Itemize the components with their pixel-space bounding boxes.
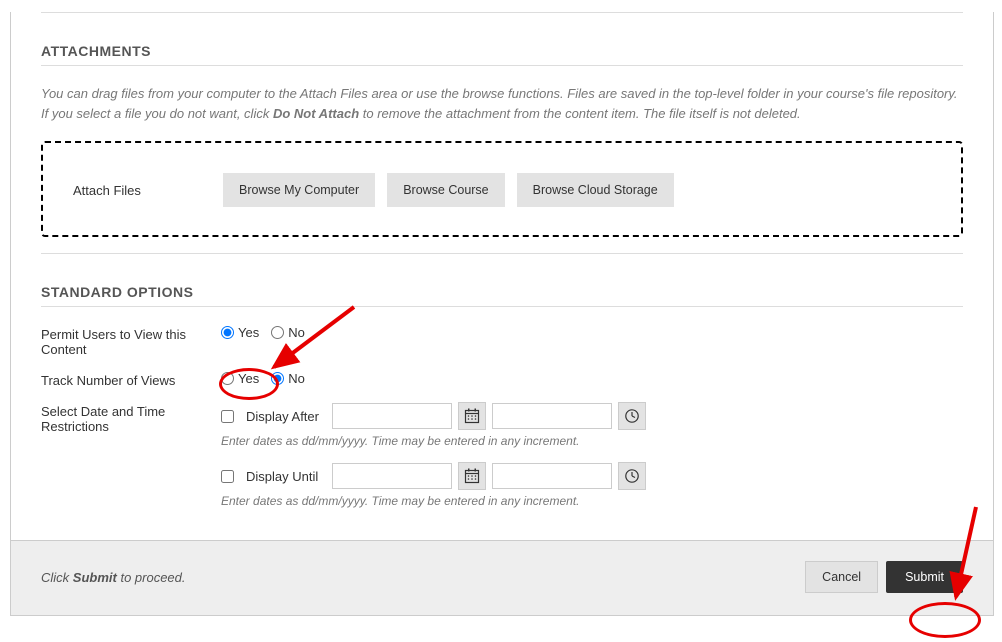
footer-suffix: to proceed. [117, 570, 186, 585]
display-after-calendar-button[interactable] [458, 402, 486, 430]
track-no-radio[interactable] [271, 372, 284, 385]
display-until-checkbox[interactable] [221, 470, 234, 483]
calendar-icon [464, 408, 480, 424]
help-text-suffix: to remove the attachment from the conten… [359, 106, 801, 121]
display-after-checkbox[interactable] [221, 410, 234, 423]
track-views-label: Track Number of Views [41, 371, 221, 388]
attachments-help: You can drag files from your computer to… [41, 84, 963, 123]
track-yes-text: Yes [238, 371, 259, 386]
display-until-hint: Enter dates as dd/mm/yyyy. Time may be e… [221, 494, 963, 508]
clock-icon [624, 468, 640, 484]
permit-users-label: Permit Users to View this Content [41, 325, 221, 357]
submit-button[interactable]: Submit [886, 561, 963, 593]
permit-yes-radio[interactable] [221, 326, 234, 339]
help-text-bold: Do Not Attach [273, 106, 359, 121]
track-no-option[interactable]: No [271, 371, 305, 386]
display-after-label: Display After [246, 409, 326, 424]
attach-files-label: Attach Files [73, 183, 223, 198]
footer-prefix: Click [41, 570, 73, 585]
permit-no-option[interactable]: No [271, 325, 305, 340]
footer-bold: Submit [73, 570, 117, 585]
calendar-icon [464, 468, 480, 484]
display-after-hint: Enter dates as dd/mm/yyyy. Time may be e… [221, 434, 963, 448]
display-after-time-input[interactable] [492, 403, 612, 429]
cancel-button[interactable]: Cancel [805, 561, 878, 593]
display-until-clock-button[interactable] [618, 462, 646, 490]
display-until-calendar-button[interactable] [458, 462, 486, 490]
permit-yes-text: Yes [238, 325, 259, 340]
display-until-time-input[interactable] [492, 463, 612, 489]
display-until-label: Display Until [246, 469, 326, 484]
date-restrictions-label: Select Date and Time Restrictions [41, 402, 221, 434]
display-after-date-input[interactable] [332, 403, 452, 429]
display-after-clock-button[interactable] [618, 402, 646, 430]
browse-course-button[interactable]: Browse Course [387, 173, 504, 207]
permit-no-radio[interactable] [271, 326, 284, 339]
browse-cloud-storage-button[interactable]: Browse Cloud Storage [517, 173, 674, 207]
footer-proceed-text: Click Submit to proceed. [41, 570, 186, 585]
attachments-heading: ATTACHMENTS [41, 43, 963, 66]
standard-options-heading: STANDARD OPTIONS [41, 284, 963, 307]
permit-no-text: No [288, 325, 305, 340]
browse-my-computer-button[interactable]: Browse My Computer [223, 173, 375, 207]
attach-files-dropzone[interactable]: Attach Files Browse My Computer Browse C… [41, 141, 963, 237]
display-until-date-input[interactable] [332, 463, 452, 489]
track-yes-option[interactable]: Yes [221, 371, 259, 386]
clock-icon [624, 408, 640, 424]
track-no-text: No [288, 371, 305, 386]
permit-yes-option[interactable]: Yes [221, 325, 259, 340]
track-yes-radio[interactable] [221, 372, 234, 385]
